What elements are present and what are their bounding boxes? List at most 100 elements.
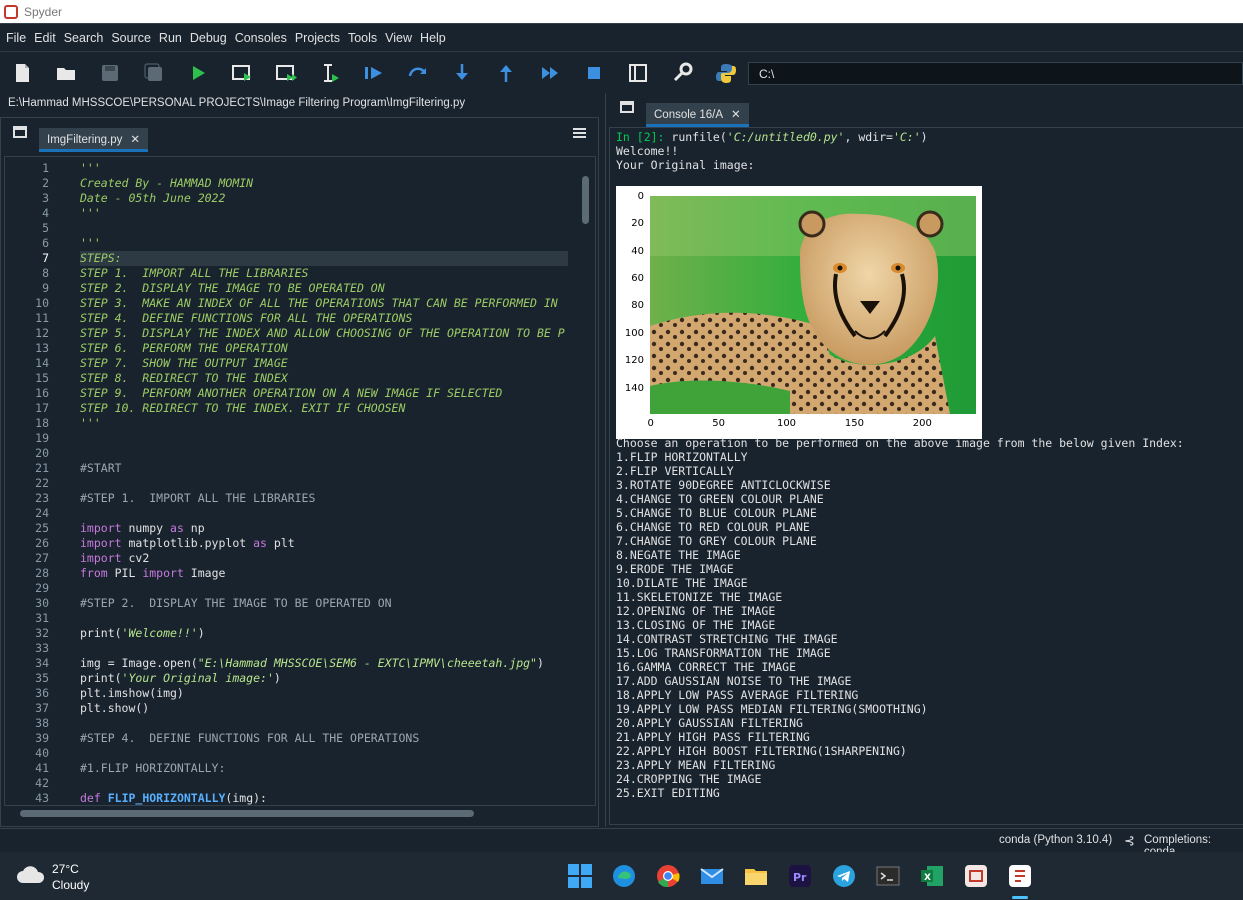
close-tab-icon[interactable]: ✕ xyxy=(731,109,741,121)
file-explorer-icon[interactable] xyxy=(742,862,770,890)
code-line: STEP 10. REDIRECT TO THE INDEX. EXIT IF … xyxy=(80,401,405,416)
code-token: STEP 6. PERFORM THE OPERATION xyxy=(80,341,288,355)
run-selection-icon[interactable] xyxy=(318,62,342,84)
options-menu-icon[interactable] xyxy=(573,128,586,138)
code-editor[interactable]: 1 2 3 4 5 6 7 8 9 10 11 12 13 14 15 16 17 18 19 20 21 22 23 24 2… xyxy=(4,156,596,806)
scroll-thumb[interactable] xyxy=(20,810,474,817)
line-number: 39 xyxy=(35,731,49,745)
line-number: 35 xyxy=(35,671,49,685)
menu-source[interactable]: Source xyxy=(107,31,155,45)
premiere-pro-icon[interactable]: Pr xyxy=(786,862,814,890)
open-file-icon[interactable] xyxy=(54,62,78,84)
line-number: 37 xyxy=(35,701,49,715)
spyder-active-icon[interactable] xyxy=(1006,862,1034,890)
debug-icon[interactable] xyxy=(362,62,386,84)
editor-pane: ImgFiltering.py ✕ 1 2 3 4 5 6 7 8 9 10 11 12 13 14 15 16… xyxy=(0,117,599,827)
close-tab-icon[interactable]: ✕ xyxy=(130,134,140,146)
menu-run[interactable]: Run xyxy=(155,31,186,45)
line-number: 26 xyxy=(35,536,49,550)
line-number: 5 xyxy=(42,221,49,235)
menu-debug[interactable]: Debug xyxy=(186,31,231,45)
code-token: 'Welcome!!' xyxy=(121,626,198,640)
code-token: print( xyxy=(80,626,122,640)
chrome-icon[interactable] xyxy=(654,862,682,890)
line-number: 28 xyxy=(35,566,49,580)
python-path-icon[interactable] xyxy=(714,62,738,84)
window-titlebar: Spyder xyxy=(0,0,1243,23)
maximize-pane-icon[interactable] xyxy=(626,62,650,84)
code-line: print('Your Original image:') xyxy=(80,671,281,686)
interpreter-status[interactable]: conda (Python 3.10.4) xyxy=(999,834,1112,846)
save-all-icon[interactable] xyxy=(142,62,166,84)
code-token: from xyxy=(80,566,108,580)
operation-option: 20.APPLY GAUSSIAN FILTERING xyxy=(616,716,803,730)
console-output[interactable]: In [2]: runfile('C:/untitled0.py', wdir=… xyxy=(609,127,1243,825)
windows-start-icon[interactable] xyxy=(566,862,594,890)
telegram-icon[interactable] xyxy=(830,862,858,890)
weather-condition[interactable]: Cloudy xyxy=(52,878,89,892)
code-line: plt.show() xyxy=(80,701,149,716)
menu-file[interactable]: File xyxy=(2,31,30,45)
line-number-gutter: 1 2 3 4 5 6 7 8 9 10 11 12 13 14 15 16 17 18 19 20 21 22 23 24 2… xyxy=(5,157,63,805)
menu-consoles[interactable]: Consoles xyxy=(231,31,291,45)
browse-tabs-icon[interactable] xyxy=(13,126,27,138)
menu-projects[interactable]: Projects xyxy=(291,31,344,45)
editor-horizontal-scrollbar[interactable] xyxy=(8,808,574,818)
code-line: print('Welcome!!') xyxy=(80,626,205,641)
operation-option: 8.NEGATE THE IMAGE xyxy=(616,548,741,562)
spyder-icon[interactable] xyxy=(962,862,990,890)
run-cell-advance-icon[interactable] xyxy=(274,62,298,84)
code-token: (img): xyxy=(225,791,267,805)
line-number: 41 xyxy=(35,761,49,775)
code-token: #STEP 1. IMPORT ALL THE LIBRARIES xyxy=(80,491,316,505)
step-into-icon[interactable] xyxy=(450,62,474,84)
continue-icon[interactable] xyxy=(538,62,562,84)
preferences-icon[interactable] xyxy=(670,62,694,84)
edge-icon[interactable] xyxy=(610,862,638,890)
excel-icon[interactable]: X xyxy=(918,862,946,890)
code-line: Date - 05th June 2022 xyxy=(80,191,225,206)
y-tick-label: 20 xyxy=(631,218,644,230)
browse-tabs-icon[interactable] xyxy=(620,101,634,113)
operation-option: 3.ROTATE 90DEGREE ANTICLOCKWISE xyxy=(616,478,831,492)
scroll-thumb[interactable] xyxy=(582,176,589,224)
operation-option: 14.CONTRAST STRETCHING THE IMAGE xyxy=(616,632,838,646)
editor-vertical-scrollbar[interactable] xyxy=(580,158,590,788)
run-icon[interactable] xyxy=(186,62,210,84)
svg-text:X: X xyxy=(924,873,931,883)
weather-temp[interactable]: 27°C xyxy=(52,862,79,876)
stop-icon[interactable] xyxy=(582,62,606,84)
line-number: 1 xyxy=(42,161,49,175)
tab-console[interactable]: Console 16/A ✕ xyxy=(646,103,749,127)
x-tick-label: 0 xyxy=(647,418,654,429)
line-number: 19 xyxy=(35,431,49,445)
step-return-icon[interactable] xyxy=(494,62,518,84)
code-line: import cv2 xyxy=(80,551,149,566)
terminal-icon[interactable] xyxy=(874,862,902,890)
code-token: "E:\Hammad MHSSCOE\SEM6 - EXTC\IPMV\chee… xyxy=(197,656,537,670)
menu-view[interactable]: View xyxy=(381,31,416,45)
line-number: 11 xyxy=(35,311,49,325)
code-line: #1.FLIP HORIZONTALLY: xyxy=(80,761,225,776)
code-token: Image xyxy=(183,566,226,580)
tab-imgfiltering[interactable]: ImgFiltering.py ✕ xyxy=(39,128,149,152)
code-token: ) xyxy=(536,656,544,670)
operation-option: 22.APPLY HIGH BOOST FILTERING(1SHARPENIN… xyxy=(616,744,907,758)
operation-option: 23.APPLY MEAN FILTERING xyxy=(616,758,776,772)
mail-icon[interactable] xyxy=(698,862,726,890)
run-cell-icon[interactable] xyxy=(230,62,254,84)
save-icon[interactable] xyxy=(98,62,122,84)
svg-text:Pr: Pr xyxy=(793,871,807,884)
line-number: 33 xyxy=(35,641,49,655)
step-over-icon[interactable] xyxy=(406,62,430,84)
menu-edit[interactable]: Edit xyxy=(30,31,60,45)
y-tick-label: 60 xyxy=(631,272,644,284)
menu-help[interactable]: Help xyxy=(416,31,450,45)
working-directory-input[interactable]: C:\ xyxy=(748,62,1243,85)
code-line: STEP 2. DISPLAY THE IMAGE TO BE OPERATED… xyxy=(80,281,385,296)
menu-search[interactable]: Search xyxy=(60,31,108,45)
menu-tools[interactable]: Tools xyxy=(344,31,381,45)
code-token: ''' xyxy=(80,236,101,250)
new-file-icon[interactable] xyxy=(10,62,34,84)
